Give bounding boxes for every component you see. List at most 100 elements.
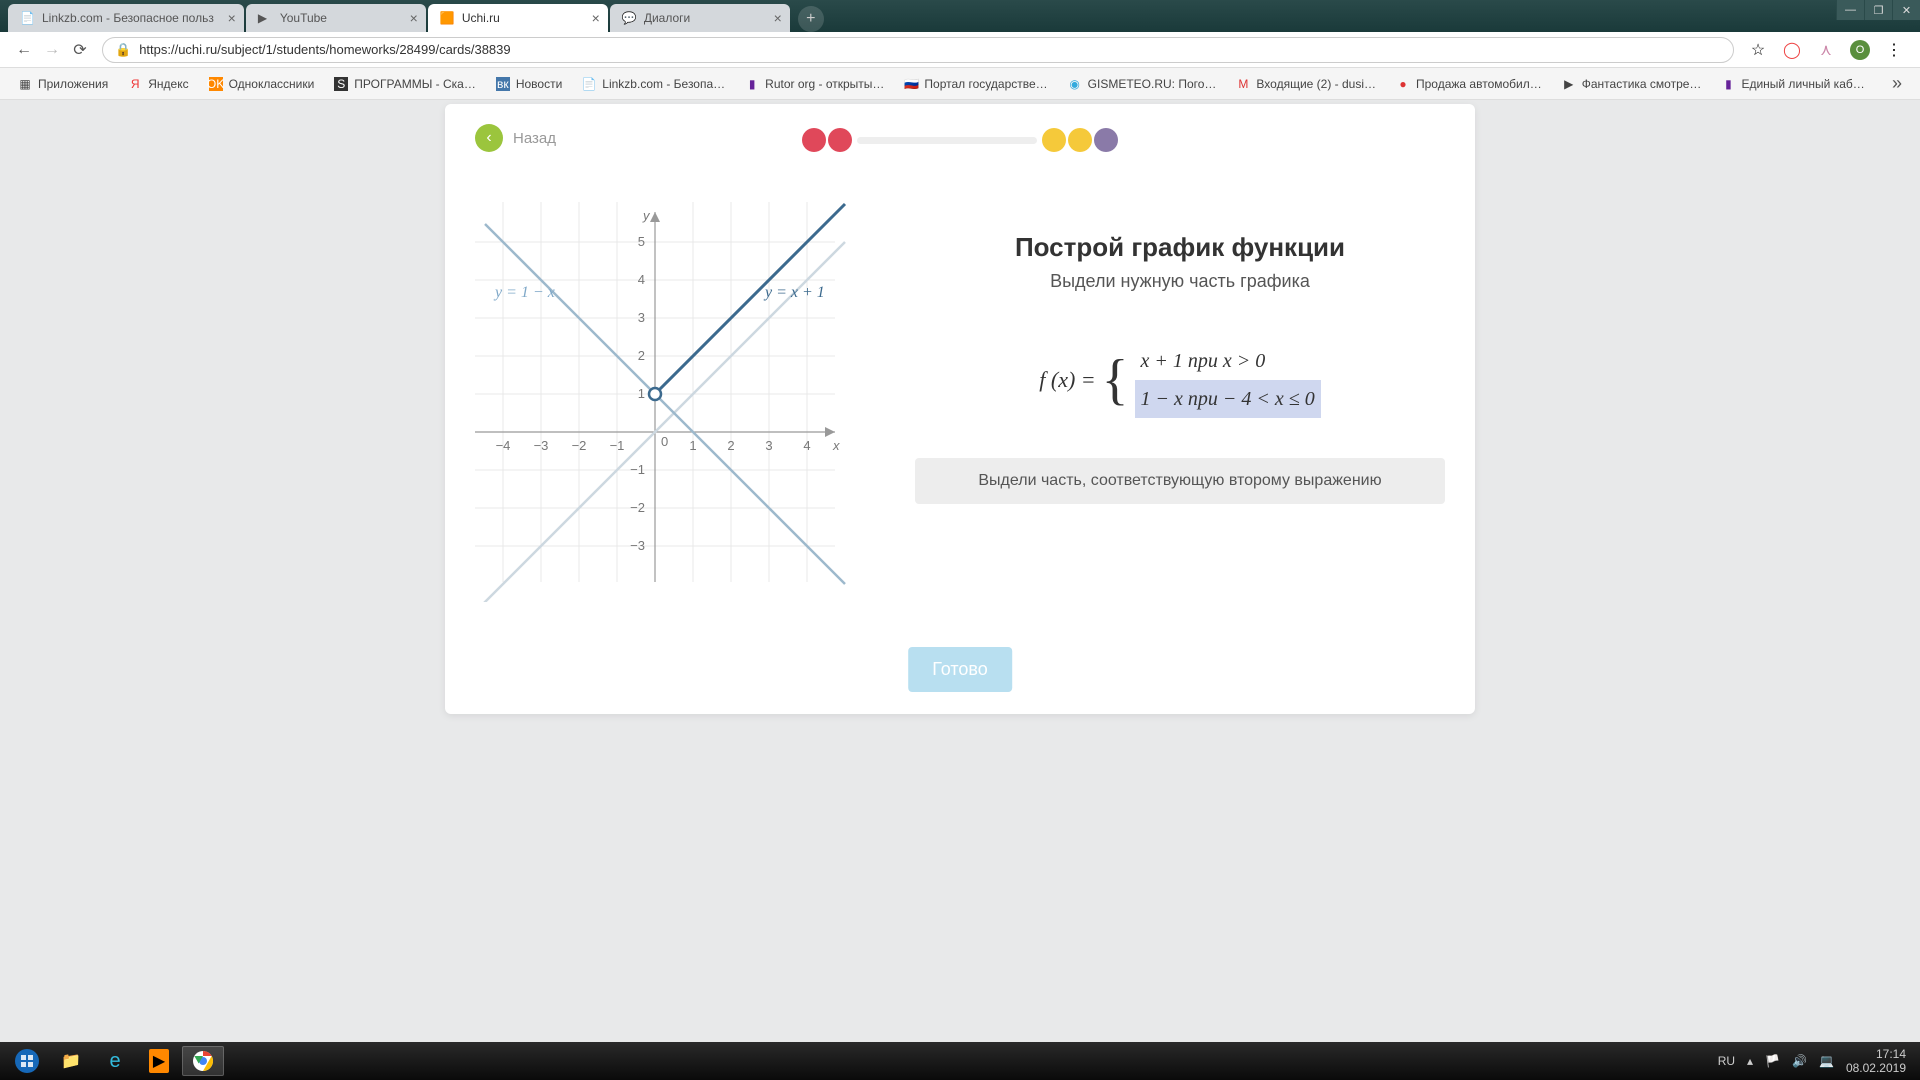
axis-label: x	[832, 438, 840, 453]
function-definition: f (x) = { x + 1 при x > 0 1 − x при − 4 …	[915, 342, 1445, 418]
tab-title: YouTube	[280, 11, 327, 25]
chrome-button[interactable]	[182, 1046, 224, 1076]
bookmark-cabinet[interactable]: ▮Единый личный каб…	[1713, 73, 1872, 95]
profile-avatar[interactable]: О	[1850, 40, 1870, 60]
play-icon: ▶	[1562, 77, 1576, 91]
bookmark-news[interactable]: вкНовости	[488, 73, 570, 95]
time-text: 17:14	[1846, 1047, 1906, 1061]
bookmark-ok[interactable]: OK Одноклассники	[201, 73, 323, 95]
url-input[interactable]: 🔒 https://uchi.ru/subject/1/students/hom…	[102, 37, 1734, 63]
bookmark-portal[interactable]: 🇷🇺Портал государстве…	[896, 73, 1055, 95]
tab-linkzb[interactable]: 📄 Linkzb.com - Безопасное польз ×	[8, 4, 244, 32]
person-ext-icon[interactable]: ⋏	[1816, 40, 1836, 60]
start-button[interactable]	[6, 1046, 48, 1076]
lock-icon: 🔒	[115, 42, 131, 58]
media-player-button[interactable]: ▶	[138, 1046, 180, 1076]
ru-flag-icon: 🇷🇺	[904, 77, 918, 91]
forward-button[interactable]: →	[38, 36, 66, 64]
fx-lhs: f (x) =	[1039, 367, 1095, 393]
maximize-button[interactable]: ❐	[1864, 0, 1892, 20]
tab-uchi[interactable]: 🟧 Uchi.ru ×	[428, 4, 608, 32]
page-icon: 📄	[582, 77, 596, 91]
rutor-icon: ▮	[745, 77, 759, 91]
bm-label: Одноклассники	[229, 77, 315, 91]
tick-label: −4	[496, 438, 511, 453]
vk-icon: 💬	[622, 11, 636, 25]
back-button[interactable]: ←	[10, 36, 38, 64]
bookmark-yandex[interactable]: ЯЯндекс	[120, 73, 196, 95]
cabinet-icon: ▮	[1721, 77, 1735, 91]
star-icon[interactable]: ☆	[1748, 40, 1768, 60]
bookmark-inbox[interactable]: MВходящие (2) - dusi…	[1228, 73, 1384, 95]
tick-label: 3	[765, 438, 772, 453]
tab-youtube[interactable]: ▶ YouTube ×	[246, 4, 426, 32]
ie-button[interactable]: e	[94, 1046, 136, 1076]
bookmark-linkzb[interactable]: 📄Linkzb.com - Безопа…	[574, 73, 733, 95]
vk-icon: вк	[496, 77, 510, 91]
close-icon[interactable]: ×	[228, 10, 236, 26]
hint-box: Выдели часть, соответствующую второму вы…	[915, 458, 1445, 504]
bookmarks-overflow[interactable]: »	[1884, 73, 1910, 94]
yandex-icon: Я	[128, 77, 142, 91]
tab-title: Uchi.ru	[462, 11, 500, 25]
bookmark-fantasy[interactable]: ▶Фантастика смотре…	[1554, 73, 1710, 95]
language-indicator[interactable]: RU	[1718, 1054, 1735, 1068]
exercise-card: ‹ Назад	[445, 104, 1475, 714]
progress-dot	[1042, 128, 1066, 152]
task-panel: Построй график функции Выдели нужную час…	[915, 202, 1445, 602]
network-icon[interactable]: 💻	[1819, 1054, 1834, 1068]
date-text: 08.02.2019	[1846, 1061, 1906, 1075]
function-graph[interactable]: −4 −3 −2 −1 0 1 2 3 4 1 2 3 4 5 −1 −2 −3	[475, 202, 875, 602]
close-icon[interactable]: ×	[774, 10, 782, 26]
menu-icon[interactable]: ⋮	[1884, 40, 1904, 60]
tick-label: 1	[689, 438, 696, 453]
bookmark-programs[interactable]: S ПРОГРАММЫ - Ска…	[326, 73, 484, 95]
tick-label: 2	[638, 348, 645, 363]
bookmark-gismeteo[interactable]: ◉GISMETEO.RU: Пого…	[1060, 73, 1225, 95]
arrow-right-icon	[825, 427, 835, 437]
explorer-button[interactable]: 📁	[50, 1046, 92, 1076]
bm-label: Входящие (2) - dusi…	[1256, 77, 1376, 91]
graph-line-y1minusx[interactable]	[485, 224, 845, 584]
ok-icon: OK	[209, 77, 223, 91]
bm-label: ПРОГРАММЫ - Ска…	[354, 77, 476, 91]
bm-label: Rutor org - открыты…	[765, 77, 884, 91]
new-tab-button[interactable]: +	[798, 6, 824, 32]
reload-button[interactable]: ⟳	[66, 36, 94, 64]
bookmark-auto[interactable]: ●Продажа автомобил…	[1388, 73, 1550, 95]
bookmark-rutor[interactable]: ▮ Rutor org - открыты…	[737, 73, 892, 95]
close-icon[interactable]: ×	[592, 10, 600, 26]
tick-label: 3	[638, 310, 645, 325]
tray-chevron-icon[interactable]: ▴	[1747, 1054, 1753, 1068]
browser-tab-strip: 📄 Linkzb.com - Безопасное польз × ▶ YouT…	[0, 0, 1920, 32]
clock[interactable]: 17:14 08.02.2019	[1846, 1047, 1906, 1076]
page-viewport: ‹ Назад	[0, 100, 1920, 1042]
volume-icon[interactable]: 🔊	[1792, 1054, 1807, 1068]
function-label: y = x + 1	[763, 284, 825, 301]
case-1[interactable]: x + 1 при x > 0	[1135, 342, 1321, 380]
minimize-button[interactable]: —	[1836, 0, 1864, 20]
task-subtitle: Выдели нужную часть графика	[915, 271, 1445, 292]
close-window-button[interactable]: ✕	[1892, 0, 1920, 20]
flag-icon[interactable]: 🏳️	[1765, 1054, 1780, 1068]
case-2-highlighted[interactable]: 1 − x при − 4 < x ≤ 0	[1135, 380, 1321, 418]
arrow-up-icon	[650, 212, 660, 222]
tick-label: 0	[661, 434, 668, 449]
bm-label: Продажа автомобил…	[1416, 77, 1542, 91]
gismeteo-icon: ◉	[1068, 77, 1082, 91]
open-point	[649, 388, 661, 400]
s-icon: S	[334, 77, 348, 91]
tick-label: 4	[638, 272, 645, 287]
chevron-left-icon: ‹	[475, 124, 503, 152]
tick-label: 1	[638, 386, 645, 401]
back-label: Назад	[513, 130, 556, 147]
tab-dialogi[interactable]: 💬 Диалоги ×	[610, 4, 790, 32]
done-button[interactable]: Готово	[908, 647, 1012, 692]
close-icon[interactable]: ×	[410, 10, 418, 26]
opera-ext-icon[interactable]: ◯	[1782, 40, 1802, 60]
apps-button[interactable]: ▦Приложения	[10, 73, 116, 95]
page-icon: 📄	[20, 11, 34, 25]
tick-label: −2	[572, 438, 587, 453]
url-text: https://uchi.ru/subject/1/students/homew…	[139, 42, 510, 57]
tick-label: 4	[803, 438, 810, 453]
